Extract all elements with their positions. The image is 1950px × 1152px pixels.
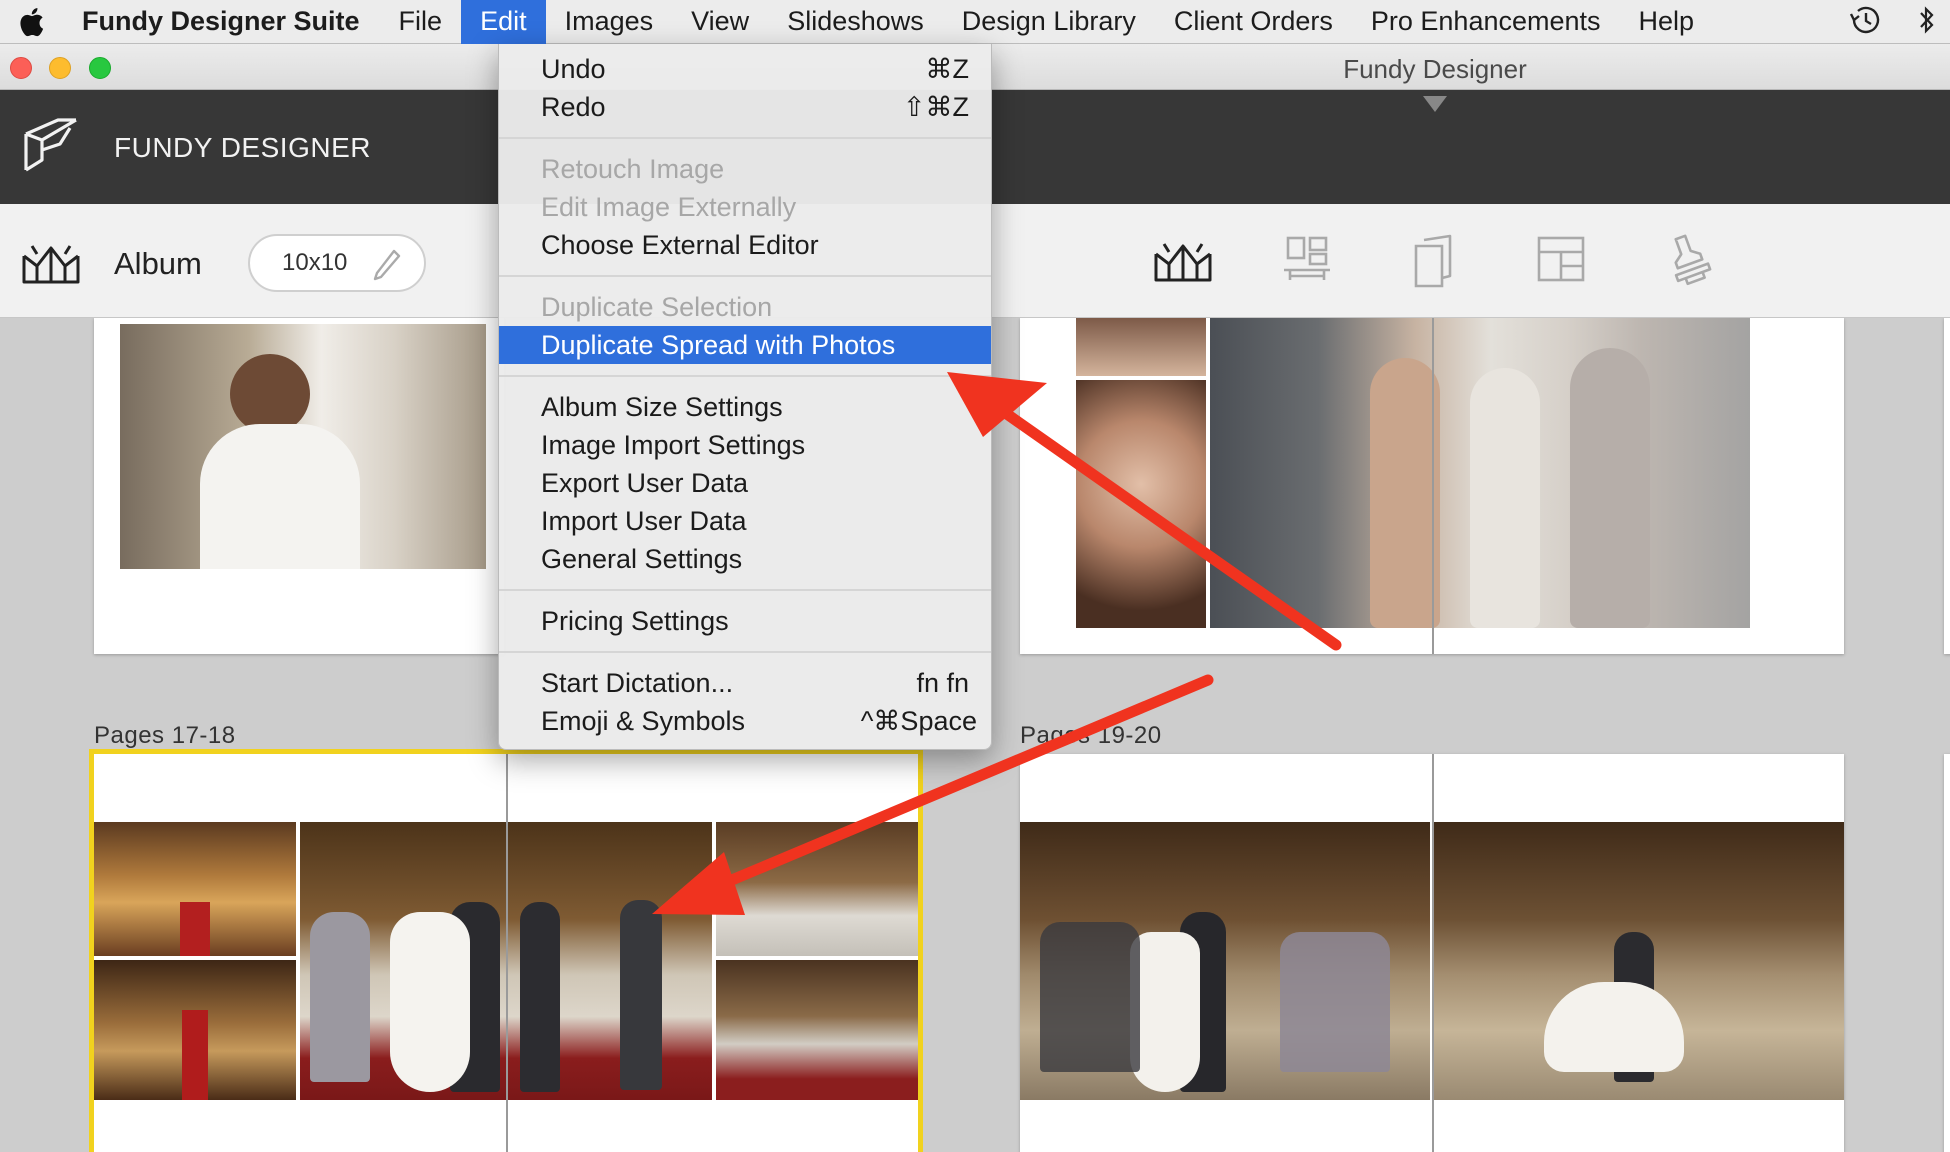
- menu-item-label: Duplicate Selection: [541, 291, 773, 322]
- menu-separator: [499, 375, 991, 377]
- menu-item-shortcut: fn fn: [916, 667, 969, 698]
- menu-separator: [499, 275, 991, 277]
- menu-item-label: Choose External Editor: [541, 229, 819, 260]
- edit-menu-dropdown: Undo ⌘Z Redo ⇧⌘Z Retouch Image Edit Imag…: [498, 44, 992, 750]
- menu-item-edit-image-externally: Edit Image Externally: [499, 188, 991, 226]
- album-size-value: 10x10: [282, 249, 348, 276]
- menu-help[interactable]: Help: [1620, 0, 1714, 44]
- menu-file[interactable]: File: [380, 0, 462, 44]
- menu-item-import-user-data[interactable]: Import User Data: [499, 502, 991, 540]
- menu-item-label: Import User Data: [541, 505, 747, 536]
- menu-item-label: Album Size Settings: [541, 391, 783, 422]
- spread-top-left[interactable]: [94, 318, 504, 654]
- spread-gutter: [1432, 318, 1434, 654]
- ceremony-detail-photo-2[interactable]: [716, 960, 918, 1100]
- church-interior-photo-1[interactable]: [94, 822, 296, 956]
- menu-item-label: Redo: [541, 91, 606, 122]
- album-size-button[interactable]: 10x10: [248, 234, 426, 292]
- church-interior-photo-2[interactable]: [94, 960, 296, 1100]
- spread-next-column-partial[interactable]: [1944, 754, 1950, 1152]
- menu-item-export-user-data[interactable]: Export User Data: [499, 464, 991, 502]
- bride-portrait-photo[interactable]: [120, 324, 486, 569]
- menu-item-label: Pricing Settings: [541, 605, 729, 636]
- header-dropdown-indicator-icon[interactable]: [1423, 96, 1447, 112]
- first-kiss-photo[interactable]: [1020, 822, 1430, 1100]
- menu-app-name[interactable]: Fundy Designer Suite: [62, 0, 380, 44]
- spread-next-column-partial[interactable]: [1944, 318, 1950, 654]
- brand-name: FUNDY DESIGNER: [114, 132, 371, 163]
- menu-client-orders[interactable]: Client Orders: [1155, 0, 1352, 44]
- time-machine-icon[interactable]: [1848, 4, 1882, 41]
- menu-item-label: Export User Data: [541, 467, 749, 498]
- menu-slideshows[interactable]: Slideshows: [768, 0, 943, 44]
- album-designer-tool-icon[interactable]: [1152, 232, 1214, 293]
- wall-designer-tool-icon[interactable]: [1282, 232, 1332, 293]
- menu-view[interactable]: View: [672, 0, 768, 44]
- menu-item-label: Image Import Settings: [541, 429, 806, 460]
- spread-pages-17-18[interactable]: [89, 749, 923, 1152]
- menu-separator: [499, 589, 991, 591]
- menu-item-duplicate-spread-with-photos[interactable]: Duplicate Spread with Photos: [499, 326, 991, 364]
- menu-item-choose-external-editor[interactable]: Choose External Editor: [499, 226, 991, 264]
- menu-item-label: Retouch Image: [541, 153, 725, 184]
- menu-item-retouch-image: Retouch Image: [499, 150, 991, 188]
- menu-item-shortcut: ⌘Z: [925, 53, 970, 84]
- menu-item-album-size-settings[interactable]: Album Size Settings: [499, 388, 991, 426]
- album-label: Album: [114, 246, 202, 281]
- fundy-logo-icon: [20, 114, 82, 181]
- menu-images[interactable]: Images: [546, 0, 673, 44]
- proofing-stamp-tool-icon[interactable]: [1666, 232, 1712, 295]
- spread-label-pages-19-20: Pages 19-20: [1020, 722, 1162, 749]
- menu-item-label: Undo: [541, 53, 606, 84]
- menu-item-label: Edit Image Externally: [541, 191, 797, 222]
- menu-item-undo[interactable]: Undo ⌘Z: [499, 50, 991, 88]
- album-book-icon[interactable]: [20, 236, 82, 293]
- spread-top-right[interactable]: [1020, 318, 1844, 654]
- menu-item-general-settings[interactable]: General Settings: [499, 540, 991, 578]
- menu-item-shortcut: ⇧⌘Z: [902, 91, 969, 122]
- menu-item-label: Duplicate Spread with Photos: [541, 329, 896, 360]
- menu-design-library[interactable]: Design Library: [943, 0, 1155, 44]
- bride-closeup-photo-top[interactable]: [1076, 318, 1206, 376]
- menu-item-duplicate-selection: Duplicate Selection: [499, 288, 991, 326]
- menu-pro-enhancements[interactable]: Pro Enhancements: [1352, 0, 1620, 44]
- bridesmaids-photo[interactable]: [1210, 318, 1750, 628]
- apple-menu-icon[interactable]: [0, 0, 62, 44]
- menu-item-label: Start Dictation...: [541, 667, 734, 698]
- bride-face-photo[interactable]: [1076, 380, 1206, 628]
- spread-gutter: [1432, 754, 1434, 1152]
- menu-edit[interactable]: Edit: [461, 0, 546, 44]
- ceremony-detail-photo-1[interactable]: [716, 822, 918, 956]
- pencil-edit-icon: [372, 248, 402, 289]
- layout-tool-icon[interactable]: [1536, 232, 1586, 291]
- bluetooth-icon[interactable]: [1918, 4, 1936, 41]
- menu-item-pricing-settings[interactable]: Pricing Settings: [499, 602, 991, 640]
- spread-gutter: [506, 754, 508, 1152]
- menubar-status-area: [1848, 0, 1950, 44]
- menu-item-emoji-symbols[interactable]: Emoji & Symbols ^⌘Space: [499, 702, 991, 740]
- spread-pages-19-20[interactable]: [1020, 754, 1844, 1152]
- menu-item-start-dictation[interactable]: Start Dictation... fn fn: [499, 664, 991, 702]
- menu-item-label: General Settings: [541, 543, 743, 574]
- menu-item-image-import-settings[interactable]: Image Import Settings: [499, 426, 991, 464]
- menubar: Fundy Designer Suite File Edit Images Vi…: [0, 0, 1950, 44]
- menu-item-redo[interactable]: Redo ⇧⌘Z: [499, 88, 991, 126]
- menu-item-label: Emoji & Symbols: [541, 705, 746, 736]
- menu-separator: [499, 137, 991, 139]
- menu-separator: [499, 651, 991, 653]
- cards-tool-icon[interactable]: [1410, 232, 1456, 295]
- couple-dip-photo[interactable]: [1434, 822, 1844, 1100]
- menu-item-shortcut: ^⌘Space: [860, 705, 977, 736]
- spread-label-pages-17-18: Pages 17-18: [94, 722, 236, 749]
